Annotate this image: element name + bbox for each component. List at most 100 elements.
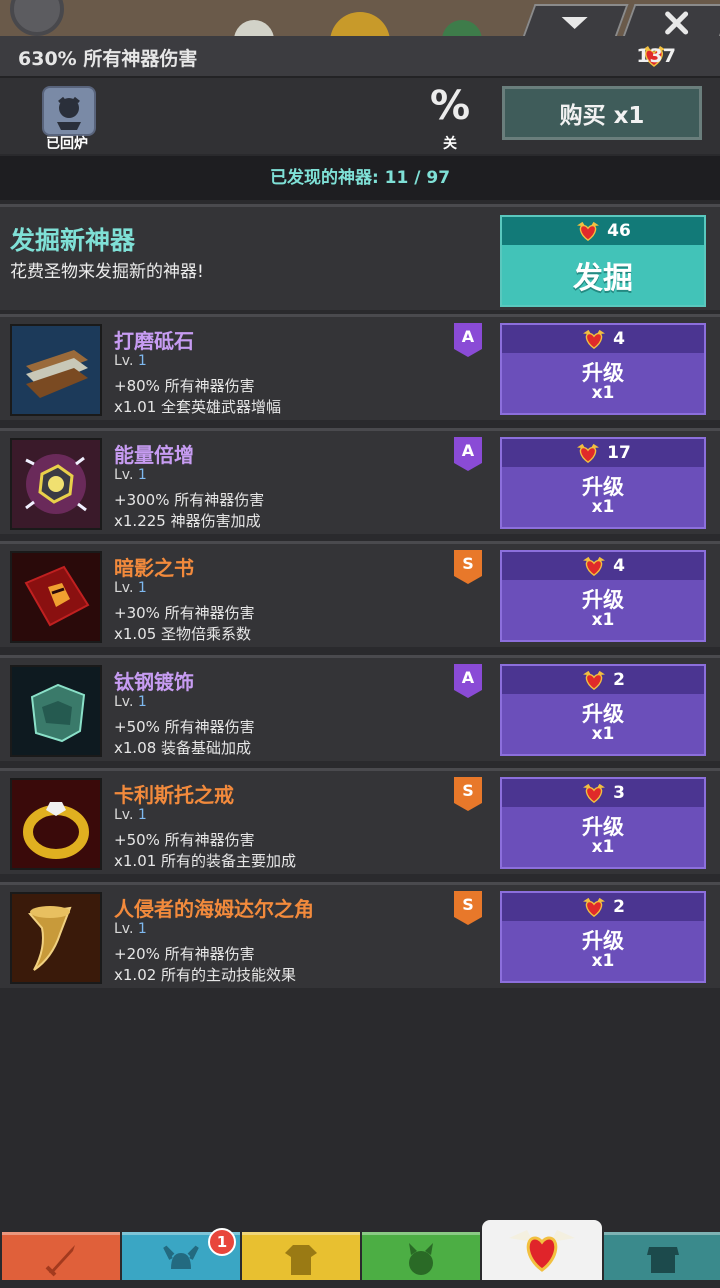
artifact-effect-secondary: x1.05 圣物倍乘系数 — [114, 625, 252, 643]
upgrade-button[interactable]: 3 升级 x1 — [500, 777, 706, 869]
artifact-name: 打磨砥石 — [114, 329, 194, 353]
upgrade-multiplier: x1 — [591, 723, 615, 744]
top-strip — [0, 0, 720, 36]
pets-tab[interactable] — [362, 1232, 480, 1280]
shirt-icon — [242, 1239, 360, 1288]
artifact-level: Lv. 1 — [114, 466, 147, 483]
artifact-row[interactable]: 能量倍增 Lv. 1 +300% 所有神器伤害 x1.225 神器伤害加成 A 17 升级 x… — [0, 427, 720, 534]
artifact-level: Lv. 1 — [114, 353, 147, 369]
artifact-row[interactable]: 暗影之书 Lv. 1 +30% 所有神器伤害 x1.05 圣物倍乘系数 S 4 升级 x1 — [0, 541, 720, 647]
artifact-name: 人侵者的海姆达尔之角 — [114, 896, 314, 921]
salvage-button[interactable] — [42, 86, 96, 136]
tier-badge: A — [454, 663, 482, 698]
artifact-row[interactable]: 钛钢镀饰 Lv. 1 +50% 所有神器伤害 x1.08 装备基础加成 A 2 升级 x1 — [0, 654, 720, 761]
upgrade-button[interactable]: 17 升级 x1 — [500, 436, 706, 529]
upgrade-multiplier: x1 — [591, 950, 615, 971]
equipment-tab[interactable] — [242, 1232, 360, 1280]
upgrade-button[interactable]: 2 升级 x1 — [500, 890, 706, 983]
artifact-row[interactable]: 打磨砥石 Lv. 1 +80% 所有神器伤害 x1.01 全套英雄武器增幅 A 4 升级 x1 — [0, 314, 720, 420]
relic-icon — [583, 897, 606, 917]
tier-badge: S — [454, 777, 482, 811]
discover-title: 发掘新神器 — [10, 226, 136, 255]
percent-toggle[interactable]: % — [428, 84, 472, 128]
upgrade-button[interactable]: 2 升级 x1 — [500, 663, 706, 756]
total-artifact-damage: 630% 所有神器伤害 — [18, 48, 198, 70]
relic-icon — [583, 670, 606, 690]
artifact-effect-secondary: x1.01 全套英雄武器增幅 — [114, 398, 282, 416]
settings-gear-icon[interactable] — [10, 0, 64, 36]
tier-badge: S — [454, 890, 482, 925]
artifact-name: 钛钢镀饰 — [114, 669, 194, 694]
relic-icon — [583, 783, 606, 804]
close-button[interactable] — [621, 4, 720, 36]
relic-icon — [583, 329, 606, 350]
artifact-row[interactable]: 卡利斯托之戒 Lv. 1 +50% 所有神器伤害 x1.01 所有的装备主要加成 S 3 升… — [0, 768, 720, 874]
panel-header: 630% 所有神器伤害 137 — [0, 36, 720, 78]
artifact-level: Lv. 1 — [114, 693, 147, 710]
tier-badge: A — [454, 323, 482, 357]
upgrade-multiplier: x1 — [591, 383, 615, 403]
upgrade-cost: 4 — [502, 552, 704, 580]
artifact-effect-secondary: x1.08 装备基础加成 — [114, 738, 252, 757]
artifact-name: 能量倍增 — [114, 442, 194, 467]
upgrade-multiplier: x1 — [591, 496, 615, 517]
relic-count: 137 — [636, 45, 676, 67]
discover-button[interactable]: 46 发掘 — [500, 215, 706, 307]
upgrade-cost: 3 — [502, 779, 704, 807]
artifact-effect-secondary: x1.02 所有的主动技能效果 — [114, 965, 297, 984]
upgrade-button[interactable]: 4 升级 x1 — [500, 550, 706, 642]
sword-tab[interactable] — [2, 1232, 120, 1280]
artifact-effect-primary: +80% 所有神器伤害 — [114, 377, 255, 395]
relic-icon — [577, 443, 600, 463]
upgrade-cost: 4 — [502, 325, 704, 353]
artifact-effect-primary: +300% 所有神器伤害 — [114, 490, 265, 509]
upgrade-multiplier: x1 — [591, 837, 615, 857]
artifact-level: Lv. 1 — [114, 920, 147, 937]
tier-badge: A — [454, 436, 482, 471]
background-orb — [234, 20, 274, 36]
collapse-button[interactable] — [521, 4, 629, 36]
background-orb — [442, 20, 482, 36]
controls-row: 已回炉 % 关 购买 x1 — [0, 78, 720, 154]
close-icon — [630, 6, 720, 36]
artifact-name: 卡利斯托之戒 — [114, 783, 234, 807]
winged-heart-icon — [482, 1224, 602, 1283]
discover-subtitle: 花费圣物来发掘新的神器! — [10, 262, 204, 282]
artifact-effect-primary: +50% 所有神器伤害 — [114, 717, 255, 736]
artifact-effect-secondary: x1.225 神器伤害加成 — [114, 511, 261, 530]
relic-icon — [583, 556, 606, 577]
power-core-icon — [10, 437, 102, 530]
artifact-effect-primary: +20% 所有神器伤害 — [114, 944, 255, 963]
artifact-level: Lv. 1 — [114, 807, 147, 823]
upgrade-cost: 2 — [502, 665, 704, 694]
ring-icon — [10, 778, 102, 870]
discover-cost: 46 — [502, 217, 704, 245]
chevron-down-icon — [530, 6, 620, 36]
whetstone-icon — [10, 324, 102, 416]
artifact-effect-primary: +50% 所有神器伤害 — [114, 831, 255, 849]
notification-badge: 1 — [208, 1228, 236, 1256]
shadow-book-icon — [10, 551, 102, 643]
buy-multiplier-button[interactable]: 购买 x1 — [502, 86, 702, 140]
relic-icon — [577, 221, 600, 242]
discover-cost-value: 46 — [607, 221, 631, 241]
sword-icon — [2, 1239, 120, 1288]
artifact-row[interactable]: 人侵者的海姆达尔之角 Lv. 1 +20% 所有神器伤害 x1.02 所有的主动技能效… — [0, 881, 720, 988]
percent-toggle-state: 关 — [443, 136, 457, 152]
discover-button-label: 发掘 — [573, 261, 633, 296]
titanium-plating-icon — [10, 664, 102, 757]
shop-tab[interactable] — [604, 1232, 720, 1280]
artifact-name: 暗影之书 — [114, 556, 194, 580]
tier-badge: S — [454, 550, 482, 584]
upgrade-cost: 17 — [502, 438, 704, 467]
upgrade-multiplier: x1 — [591, 610, 615, 630]
horn-icon — [10, 891, 102, 984]
salvage-icon — [57, 96, 81, 130]
discovered-count: 已发现的神器: 11 / 97 — [0, 156, 720, 200]
upgrade-button[interactable]: 4 升级 x1 — [500, 323, 706, 415]
artifact-effect-secondary: x1.01 所有的装备主要加成 — [114, 852, 297, 870]
salvage-label: 已回炉 — [46, 136, 88, 152]
background-orb — [330, 12, 390, 36]
pet-icon — [362, 1239, 480, 1288]
artifacts-tab[interactable] — [482, 1220, 602, 1280]
